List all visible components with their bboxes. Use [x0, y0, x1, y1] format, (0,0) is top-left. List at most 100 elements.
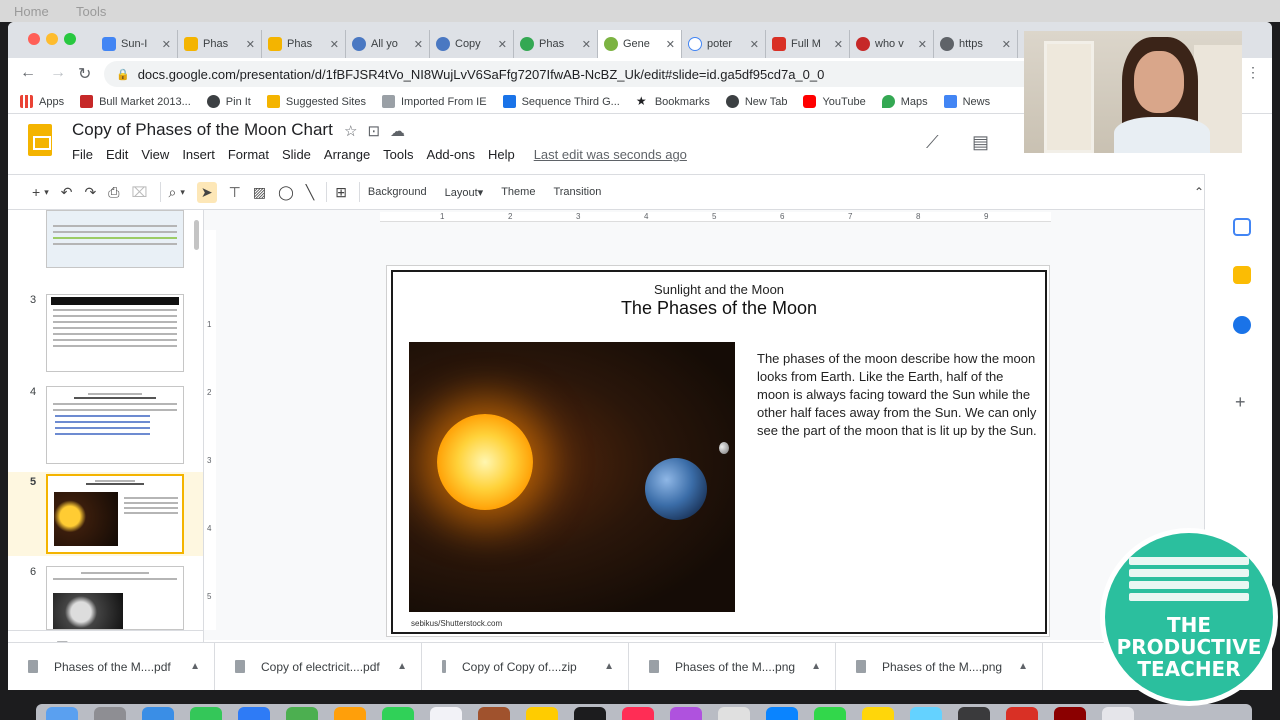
- browser-tab[interactable]: who v ✕: [850, 30, 934, 58]
- new-slide-dropdown-icon[interactable]: ▾: [44, 187, 49, 198]
- menu-arrange[interactable]: Arrange: [324, 147, 370, 162]
- bookmark-item[interactable]: ★ Bookmarks: [636, 95, 710, 108]
- google-slides-logo-icon[interactable]: [28, 124, 52, 156]
- menu-addons[interactable]: Add-ons: [427, 147, 475, 162]
- slide-thumbnail[interactable]: [46, 294, 184, 372]
- new-slide-plus-icon[interactable]: +: [32, 184, 40, 200]
- menu-help[interactable]: Help: [488, 147, 515, 162]
- document-title[interactable]: Copy of Phases of the Moon Chart: [72, 120, 333, 140]
- browser-tab[interactable]: https ✕: [934, 30, 1018, 58]
- browser-tab[interactable]: poter ✕: [682, 30, 766, 58]
- menu-tools[interactable]: Tools: [383, 147, 413, 162]
- dock-app-icon[interactable]: [334, 707, 366, 720]
- browser-tab[interactable]: Phas ✕: [514, 30, 598, 58]
- close-tab-icon[interactable]: ✕: [330, 38, 339, 51]
- dock-app-icon[interactable]: [478, 707, 510, 720]
- back-arrow-icon[interactable]: ←: [20, 64, 36, 82]
- chevron-up-icon[interactable]: ▲: [397, 661, 407, 672]
- close-tab-icon[interactable]: ✕: [666, 38, 675, 51]
- zoom-window-button[interactable]: [64, 33, 76, 45]
- dock-app-icon[interactable]: [1054, 707, 1086, 720]
- close-tab-icon[interactable]: ✕: [246, 38, 255, 51]
- close-tab-icon[interactable]: ✕: [1002, 38, 1011, 51]
- browser-tab[interactable]: Sun-I ✕: [96, 30, 178, 58]
- dock-app-icon[interactable]: [238, 707, 270, 720]
- dock-app-icon[interactable]: [1006, 707, 1038, 720]
- star-icon[interactable]: ☆: [344, 123, 367, 140]
- dock-app-icon[interactable]: [526, 707, 558, 720]
- move-folder-icon[interactable]: ⊡: [367, 123, 390, 140]
- shape-icon[interactable]: ◯: [278, 184, 294, 201]
- browser-tab[interactable]: All yo ✕: [346, 30, 430, 58]
- horizontal-ruler[interactable]: 1 2 3 4 5 6 7 8 9: [380, 212, 1051, 222]
- dock-app-icon[interactable]: [670, 707, 702, 720]
- calendar-icon[interactable]: [1233, 218, 1251, 236]
- slide-thumbnail-selected[interactable]: [46, 474, 184, 554]
- dock-app-icon[interactable]: [142, 707, 174, 720]
- undo-icon[interactable]: ↶: [61, 184, 73, 201]
- close-tab-icon[interactable]: ✕: [750, 38, 759, 51]
- bookmark-item[interactable]: Maps: [881, 95, 928, 108]
- add-comment-icon[interactable]: ⊞: [335, 184, 347, 201]
- activity-trend-icon[interactable]: ⟋: [926, 132, 939, 153]
- bookmark-item[interactable]: Apps: [20, 95, 64, 108]
- dock-app-icon[interactable]: [430, 707, 462, 720]
- select-cursor-icon[interactable]: ➤: [196, 181, 217, 203]
- redo-icon[interactable]: ↷: [84, 184, 96, 201]
- dock-app-icon[interactable]: [958, 707, 990, 720]
- print-icon[interactable]: ⎙: [108, 184, 119, 201]
- slide-filmstrip[interactable]: 3 4 5 6: [8, 210, 204, 664]
- download-item[interactable]: Phases of the M....png ▲: [629, 642, 836, 690]
- bookmark-item[interactable]: New Tab: [725, 95, 787, 108]
- reload-icon[interactable]: ↻: [78, 64, 91, 84]
- browser-tab[interactable]: Full M ✕: [766, 30, 850, 58]
- menu-file[interactable]: File: [72, 147, 93, 162]
- chevron-up-icon[interactable]: ▲: [811, 661, 821, 672]
- browser-tab[interactable]: Phas ✕: [178, 30, 262, 58]
- slide-thumbnail[interactable]: [46, 210, 184, 268]
- browser-menu-icon[interactable]: ⋮: [1246, 64, 1260, 81]
- bookmark-item[interactable]: News: [943, 95, 990, 108]
- bookmark-item[interactable]: Bull Market 2013...: [80, 95, 191, 108]
- dock-app-icon[interactable]: [286, 707, 318, 720]
- download-item[interactable]: Phases of the M....png ▲: [836, 642, 1043, 690]
- menu-slide[interactable]: Slide: [282, 147, 311, 162]
- close-tab-icon[interactable]: ✕: [834, 38, 843, 51]
- transition-button[interactable]: Transition: [553, 186, 601, 198]
- current-slide[interactable]: Sunlight and the Moon The Phases of the …: [386, 265, 1050, 637]
- dock-app-icon[interactable]: [1102, 707, 1134, 720]
- slide-thumbnail[interactable]: [46, 566, 184, 630]
- background-button[interactable]: Background: [368, 186, 427, 198]
- slide-subtitle[interactable]: Sunlight and the Moon: [393, 282, 1045, 297]
- download-item[interactable]: Copy of electricit....pdf ▲: [215, 642, 422, 690]
- vertical-ruler[interactable]: 1 2 3 4 5: [204, 230, 216, 630]
- chevron-up-icon[interactable]: ▲: [604, 661, 614, 672]
- sun-earth-moon-image[interactable]: [409, 342, 735, 612]
- dock-app-icon[interactable]: [862, 707, 894, 720]
- dock-app-icon[interactable]: [94, 707, 126, 720]
- image-icon[interactable]: ▨: [253, 184, 266, 201]
- last-edit-link[interactable]: Last edit was seconds ago: [534, 147, 687, 162]
- dock-app-icon[interactable]: [910, 707, 942, 720]
- close-tab-icon[interactable]: ✕: [162, 38, 171, 51]
- close-tab-icon[interactable]: ✕: [582, 38, 591, 51]
- layout-button[interactable]: Layout▾: [445, 186, 484, 199]
- close-tab-icon[interactable]: ✕: [414, 38, 423, 51]
- bookmark-item[interactable]: Pin It: [206, 95, 251, 108]
- bookmark-item[interactable]: Imported From IE: [382, 95, 487, 108]
- image-credit[interactable]: sebikus/Shutterstock.com: [411, 619, 502, 628]
- dock-app-icon[interactable]: [574, 707, 606, 720]
- url-input[interactable]: 🔒 docs.google.com/presentation/d/1fBFJSR…: [104, 61, 1104, 87]
- dock-app-icon[interactable]: [190, 707, 222, 720]
- menu-edit[interactable]: Edit: [106, 147, 128, 162]
- slide-title[interactable]: The Phases of the Moon: [393, 298, 1045, 319]
- bookmark-item[interactable]: Suggested Sites: [266, 95, 366, 108]
- minimize-window-button[interactable]: [46, 33, 58, 45]
- close-tab-icon[interactable]: ✕: [918, 38, 927, 51]
- add-addon-plus-icon[interactable]: +: [1235, 392, 1246, 413]
- slide-body-text[interactable]: The phases of the moon describe how the …: [757, 350, 1037, 440]
- zoom-icon[interactable]: ⌕: [169, 184, 177, 201]
- paint-format-icon[interactable]: ⌧: [131, 184, 147, 201]
- browser-tab-active[interactable]: Gene ✕: [598, 30, 682, 58]
- slide-thumbnail[interactable]: [46, 386, 184, 464]
